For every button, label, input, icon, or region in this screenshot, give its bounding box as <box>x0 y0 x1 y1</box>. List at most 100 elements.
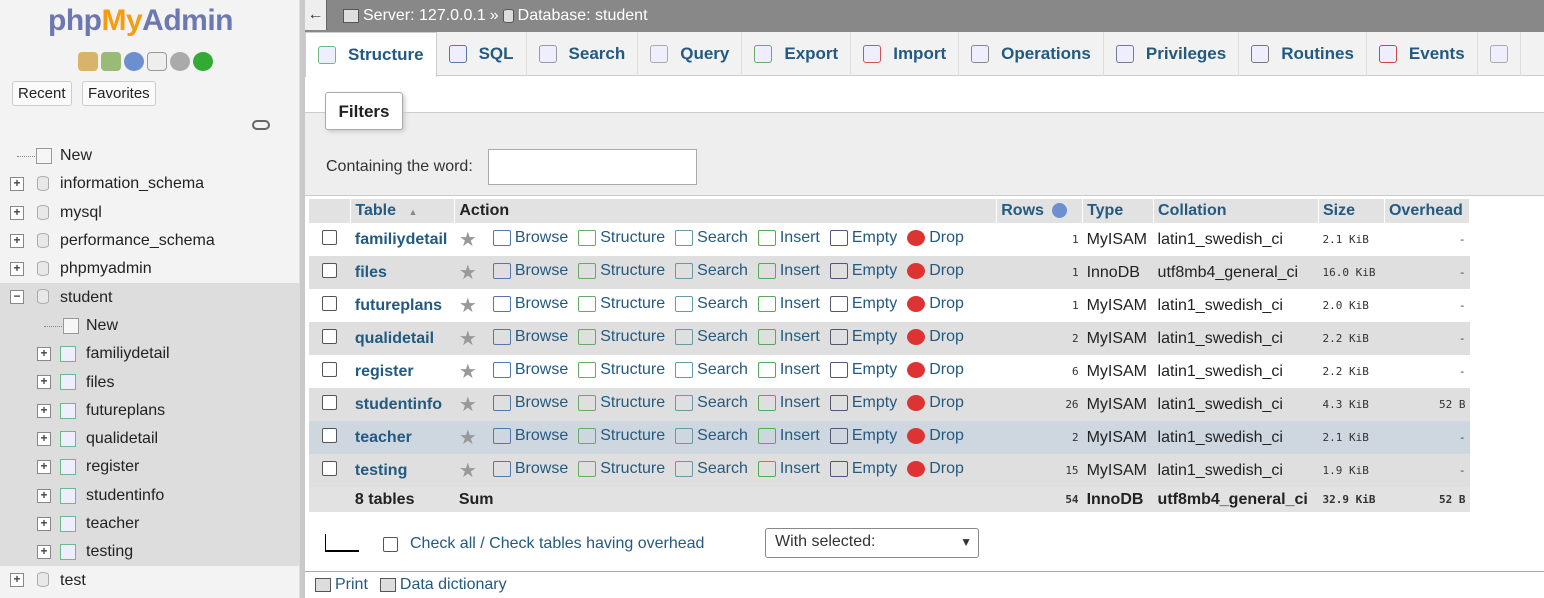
tree-item-futureplans[interactable]: + futureplans <box>0 396 300 425</box>
row-checkbox[interactable] <box>322 328 338 344</box>
action-browse[interactable]: Browse <box>492 427 568 445</box>
action-drop[interactable]: Drop <box>907 328 964 346</box>
action-drop[interactable]: Drop <box>907 394 964 412</box>
tree-item-label[interactable]: studentinfo <box>86 487 164 505</box>
action-structure[interactable]: Structure <box>578 328 665 346</box>
header-rows[interactable]: Rows <box>996 199 1084 223</box>
action-search[interactable]: Search <box>675 295 748 313</box>
action-search[interactable]: Search <box>675 460 748 478</box>
action-drop[interactable]: Drop <box>907 361 964 379</box>
row-checkbox[interactable] <box>322 394 338 410</box>
action-drop[interactable]: Drop <box>907 460 964 478</box>
expand-icon[interactable]: + <box>10 205 24 220</box>
action-search[interactable]: Search <box>675 427 748 445</box>
action-drop[interactable]: Drop <box>907 295 964 313</box>
tree-item-student[interactable]: − student <box>0 283 300 312</box>
tree-item-label[interactable]: files <box>86 374 114 392</box>
table-row[interactable]: files ★ Browse Structure Search Insert Empty Dr… <box>309 256 1470 289</box>
action-empty[interactable]: Empty <box>829 460 897 478</box>
tree-item-qualidetail[interactable]: + qualidetail <box>0 424 300 454</box>
tree-item-label[interactable]: register <box>86 458 139 476</box>
action-search[interactable]: Search <box>675 361 748 379</box>
tab-more[interactable] <box>1478 32 1521 76</box>
favorite-star-icon[interactable]: ★ <box>459 461 479 481</box>
expand-icon[interactable]: + <box>10 177 24 192</box>
favorite-star-icon[interactable]: ★ <box>459 296 479 316</box>
action-browse[interactable]: Browse <box>492 229 568 247</box>
table-name-link[interactable]: qualidetail <box>350 322 455 355</box>
action-browse[interactable]: Browse <box>492 262 568 280</box>
table-row[interactable]: futureplans ★ Browse Structure Search Insert E… <box>309 289 1470 322</box>
action-drop[interactable]: Drop <box>907 229 964 247</box>
action-insert[interactable]: Insert <box>757 361 820 379</box>
expand-icon[interactable]: + <box>37 403 51 418</box>
check-overhead-link[interactable]: Check tables having overhead <box>489 535 704 552</box>
action-empty[interactable]: Empty <box>829 427 897 445</box>
table-row[interactable]: studentinfo ★ Browse Structure Search Insert E… <box>309 388 1470 421</box>
action-empty[interactable]: Empty <box>829 229 897 247</box>
tree-item-label[interactable]: phpmyadmin <box>60 260 152 278</box>
action-empty[interactable]: Empty <box>829 361 897 379</box>
tab-routines[interactable]: Routines <box>1239 32 1367 76</box>
table-name-link[interactable]: register <box>350 355 455 388</box>
expand-icon[interactable]: + <box>37 347 51 362</box>
tree-item-phpmyadmin[interactable]: + phpmyadmin <box>0 255 300 283</box>
row-checkbox[interactable] <box>322 295 338 311</box>
favorite-star-icon[interactable]: ★ <box>459 395 479 415</box>
action-empty[interactable]: Empty <box>829 295 897 313</box>
action-browse[interactable]: Browse <box>492 328 568 346</box>
header-size[interactable]: Size <box>1318 199 1385 223</box>
action-insert[interactable]: Insert <box>757 394 820 412</box>
favorite-star-icon[interactable]: ★ <box>459 230 479 250</box>
tree-item-label[interactable]: familiydetail <box>86 345 170 363</box>
table-row[interactable]: teacher ★ Browse Structure Search Insert Empty… <box>309 421 1470 454</box>
tree-item-new[interactable]: New <box>0 311 300 341</box>
action-structure[interactable]: Structure <box>578 427 665 445</box>
tab-search[interactable]: Search <box>527 32 639 76</box>
link-icon[interactable] <box>252 120 270 130</box>
reload-icon[interactable] <box>193 52 213 71</box>
expand-icon[interactable]: + <box>37 545 51 560</box>
row-checkbox[interactable] <box>322 229 338 245</box>
tab-export[interactable]: Export <box>742 32 852 76</box>
expand-icon[interactable]: + <box>10 573 24 588</box>
table-name-link[interactable]: studentinfo <box>350 388 455 421</box>
tree-item-label[interactable]: teacher <box>86 515 139 533</box>
action-drop[interactable]: Drop <box>907 262 964 280</box>
table-row[interactable]: familiydetail ★ Browse Structure Search Inser… <box>309 223 1470 256</box>
tab-operations[interactable]: Operations <box>959 32 1104 76</box>
tree-item-label[interactable]: student <box>60 289 112 307</box>
table-name-link[interactable]: files <box>350 256 455 289</box>
action-drop[interactable]: Drop <box>907 427 964 445</box>
header-overhead[interactable]: Overhead <box>1384 199 1471 223</box>
table-row[interactable]: qualidetail ★ Browse Structure Search Insert E… <box>309 322 1470 355</box>
action-insert[interactable]: Insert <box>757 229 820 247</box>
action-empty[interactable]: Empty <box>829 328 897 346</box>
help-icon[interactable] <box>1052 203 1068 219</box>
tree-item-new[interactable]: New <box>0 142 300 170</box>
tree-item-testing[interactable]: + testing <box>0 538 300 567</box>
action-empty[interactable]: Empty <box>829 394 897 412</box>
action-browse[interactable]: Browse <box>492 361 568 379</box>
tree-item-label[interactable]: performance_schema <box>60 232 215 250</box>
expand-icon[interactable]: + <box>37 431 51 446</box>
tree-item-label[interactable]: New <box>60 147 92 165</box>
action-browse[interactable]: Browse <box>492 394 568 412</box>
data-dictionary-link[interactable]: Data dictionary <box>379 576 507 594</box>
tree-item-label[interactable]: testing <box>86 543 133 561</box>
row-checkbox[interactable] <box>322 460 338 476</box>
action-empty[interactable]: Empty <box>829 262 897 280</box>
table-name-link[interactable]: familiydetail <box>350 223 455 256</box>
favorite-star-icon[interactable]: ★ <box>459 362 479 382</box>
table-name-link[interactable]: futureplans <box>350 289 455 322</box>
help-icon[interactable] <box>124 52 144 71</box>
phpmyadmin-logo[interactable]: phpMyAdmin <box>48 4 233 38</box>
expand-icon[interactable]: + <box>37 516 51 531</box>
header-collation[interactable]: Collation <box>1153 199 1319 223</box>
tree-item-files[interactable]: + files <box>0 368 300 397</box>
table-row[interactable]: testing ★ Browse Structure Search Insert Empty… <box>309 454 1470 487</box>
row-checkbox[interactable] <box>322 361 338 377</box>
filter-input[interactable] <box>488 149 697 185</box>
row-checkbox[interactable] <box>322 427 338 443</box>
expand-icon[interactable]: + <box>37 460 51 475</box>
